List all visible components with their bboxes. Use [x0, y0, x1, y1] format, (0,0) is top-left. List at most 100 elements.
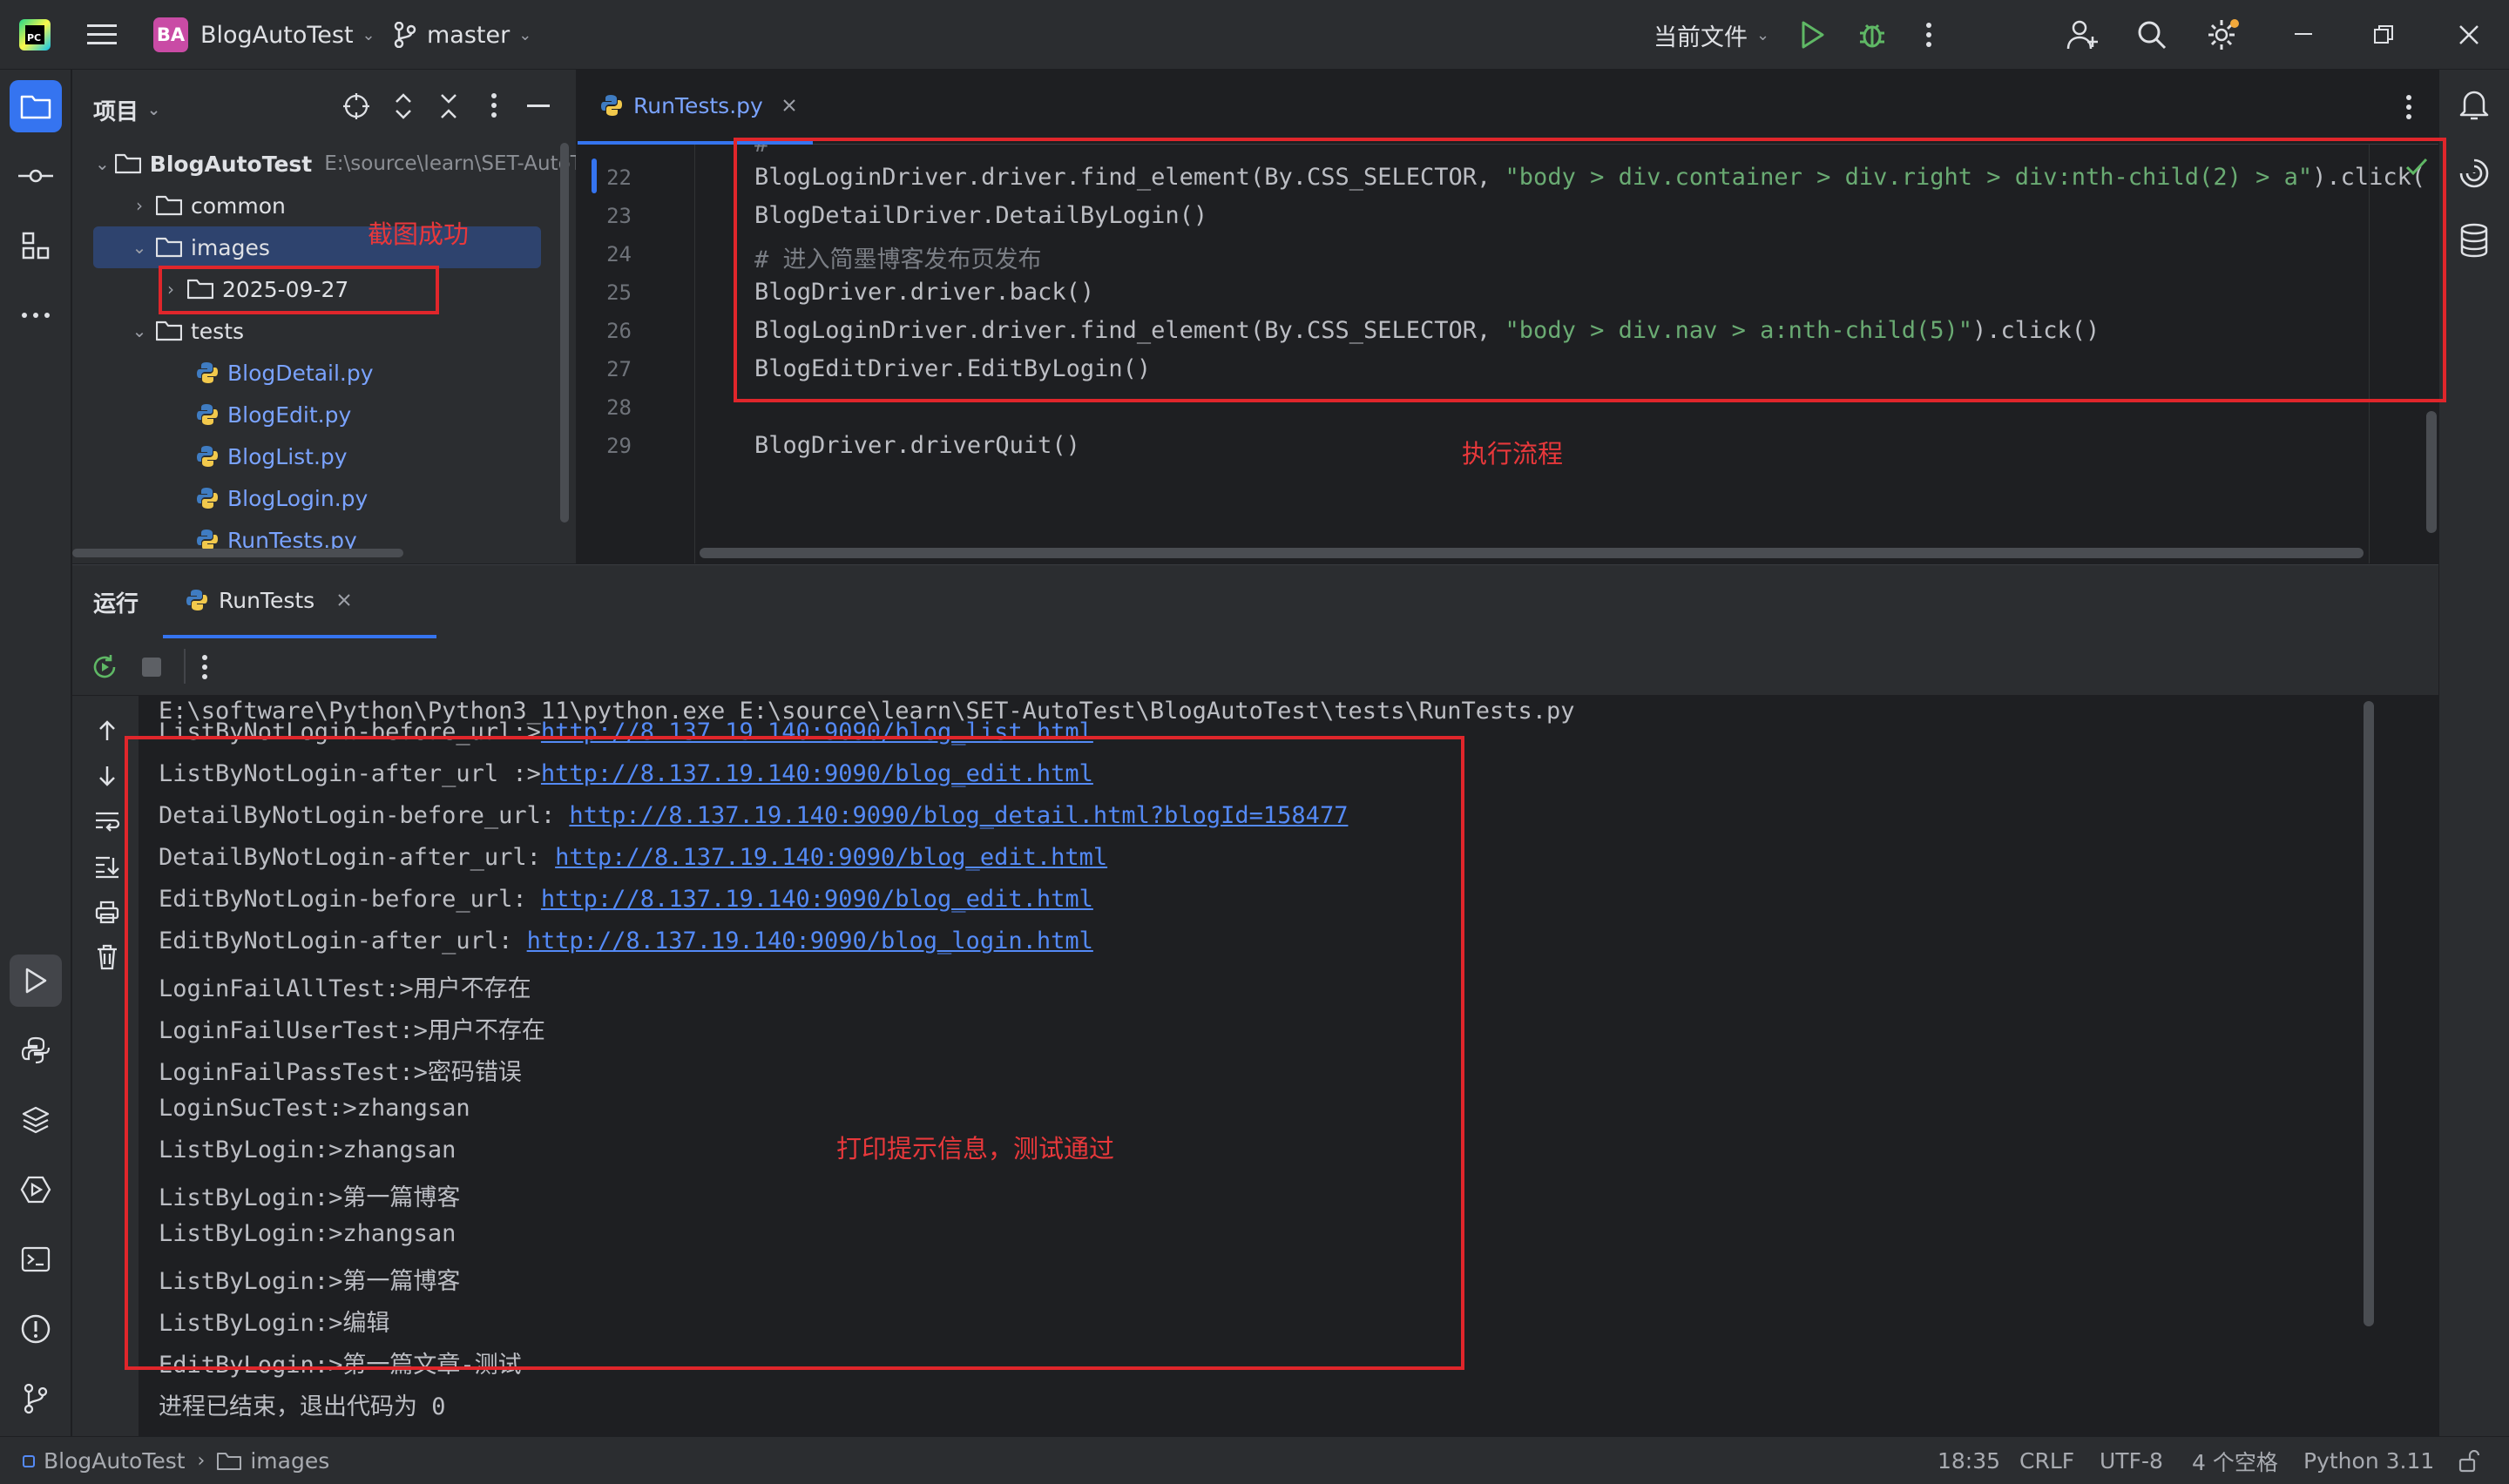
python-file-icon [600, 94, 623, 117]
database-icon[interactable] [2459, 223, 2489, 258]
more-vertical-icon[interactable] [2405, 94, 2412, 120]
chevron-right-icon: › [197, 1450, 206, 1472]
close-button[interactable] [2429, 0, 2509, 70]
branch-switcher[interactable]: master ⌄ [394, 0, 531, 70]
console-vertical-scrollbar[interactable] [2364, 701, 2374, 1326]
indent-setting[interactable]: 4 个空格 [2192, 1437, 2278, 1484]
breadcrumb-folder[interactable]: images [250, 1448, 329, 1474]
line-separator[interactable]: CRLF [2019, 1437, 2074, 1484]
problems-icon[interactable] [10, 1303, 62, 1355]
chevron-down-icon: ⌄ [132, 237, 147, 258]
tree-root-path: E:\source\learn\SET-AutoT [324, 152, 577, 175]
status-bar: BlogAutoTest › images 18:35 CRLF UTF-8 4… [0, 1436, 2509, 1484]
settings-gear-icon[interactable] [2206, 0, 2241, 70]
tree-folder-tests[interactable]: ⌄ tests [72, 310, 560, 352]
project-view-selector[interactable]: 项目 ⌄ [93, 94, 160, 126]
soft-wrap-icon[interactable] [90, 804, 125, 839]
project-tool-icon[interactable] [10, 80, 62, 132]
project-badge: BA [153, 17, 188, 52]
project-switcher[interactable]: BA BlogAutoTest ⌄ [153, 0, 375, 70]
close-tab-icon[interactable] [782, 98, 796, 112]
locate-file-icon[interactable] [342, 92, 370, 120]
tree-file-bloglist[interactable]: BlogList.py [72, 435, 560, 477]
line-number: 29 [606, 434, 632, 458]
run-icon[interactable] [1800, 0, 1826, 70]
run-panel-title: 运行 [93, 591, 139, 617]
python-file-icon [196, 403, 219, 426]
rerun-icon[interactable] [90, 652, 119, 682]
main-menu-icon[interactable] [87, 0, 117, 70]
tree-horizontal-scrollbar[interactable] [72, 549, 403, 557]
run-tab-label: RunTests [219, 587, 315, 613]
more-vertical-icon[interactable] [1925, 0, 1932, 70]
chevron-right-icon: › [136, 195, 143, 216]
python-interpreter[interactable]: Python 3.11 [2303, 1437, 2434, 1484]
editor-vertical-scrollbar[interactable] [2426, 411, 2437, 533]
line-number: 26 [606, 319, 632, 343]
project-name: BlogAutoTest [200, 21, 354, 49]
tree-folder-common[interactable]: › common [72, 185, 560, 226]
minimize-button[interactable] [2263, 0, 2343, 70]
folder-icon [217, 1452, 242, 1471]
hide-panel-icon[interactable] [527, 105, 550, 108]
tree-file-blogedit[interactable]: BlogEdit.py [72, 394, 560, 435]
more-vertical-icon[interactable] [201, 654, 208, 680]
run-config-selector[interactable]: 当前文件 ⌄ [1654, 0, 1769, 70]
tree-label: BlogLogin.py [227, 485, 369, 511]
run-tool-icon[interactable] [10, 954, 62, 1007]
stop-icon[interactable] [140, 656, 163, 678]
close-tab-icon[interactable] [337, 593, 351, 607]
python-console-icon[interactable] [10, 1024, 62, 1076]
tree-label: tests [191, 318, 245, 344]
chevron-down-icon: ⌄ [1756, 25, 1770, 44]
tree-folder-images[interactable]: ⌄ images [93, 226, 541, 268]
annotation-box-output [125, 736, 1464, 1370]
notifications-bell-icon[interactable] [2458, 87, 2491, 122]
tree-label: BlogDetail.py [227, 360, 374, 386]
editor-horizontal-scrollbar[interactable] [700, 548, 2364, 558]
annotation-box-flow [734, 138, 2446, 402]
services-icon[interactable] [10, 1164, 62, 1216]
collapse-all-icon[interactable] [438, 92, 459, 120]
commit-tool-icon[interactable] [10, 150, 62, 202]
scroll-down-icon[interactable] [90, 759, 125, 793]
print-icon[interactable] [90, 894, 125, 929]
git-icon[interactable] [10, 1373, 62, 1425]
tree-root-row[interactable]: ⌄ BlogAutoTest E:\source\learn\SET-AutoT [72, 143, 576, 185]
more-horizontal-icon[interactable] [10, 289, 62, 341]
run-panel-header: 运行 RunTests [72, 565, 2438, 638]
debug-icon[interactable] [1857, 0, 1887, 70]
unlock-icon[interactable] [2458, 1437, 2479, 1484]
python-file-icon [196, 361, 219, 384]
layers-packages-icon[interactable] [10, 1094, 62, 1146]
left-tool-strip [0, 70, 71, 1436]
chevron-down-icon: ⌄ [95, 153, 110, 174]
file-encoding[interactable]: UTF-8 [2100, 1437, 2163, 1484]
add-user-icon[interactable] [2066, 0, 2100, 70]
title-bar: PC BA BlogAutoTest ⌄ master ⌄ 当前文件 ⌄ [0, 0, 2509, 70]
chevron-down-icon: ⌄ [362, 25, 375, 44]
app-logo[interactable]: PC [19, 0, 51, 70]
structure-tool-icon[interactable] [10, 219, 62, 272]
restore-button[interactable] [2343, 0, 2424, 70]
chevron-down-icon: ⌄ [132, 320, 147, 341]
clear-trash-icon[interactable] [90, 940, 125, 975]
search-icon[interactable] [2136, 0, 2167, 70]
caret-position[interactable]: 18:35 [1938, 1437, 2000, 1484]
line-number: 27 [606, 357, 632, 381]
expand-all-icon[interactable] [393, 92, 414, 120]
breadcrumb-project[interactable]: BlogAutoTest [44, 1448, 186, 1474]
tree-vertical-scrollbar[interactable] [560, 143, 569, 523]
tree-file-blogdetail[interactable]: BlogDetail.py [72, 352, 560, 394]
more-vertical-icon[interactable] [490, 92, 497, 118]
scroll-up-icon[interactable] [90, 713, 125, 748]
tab-runtests[interactable]: RunTests.py [578, 70, 813, 145]
annotation-print-info: 打印提示信息，测试通过 [836, 1134, 1115, 1164]
tree-file-bloglogin[interactable]: BlogLogin.py [72, 477, 560, 519]
line-number: 28 [606, 395, 632, 420]
scroll-to-end-icon[interactable] [90, 849, 125, 884]
ai-assistant-icon[interactable] [2458, 157, 2491, 190]
run-tab-runtests[interactable]: RunTests [163, 565, 436, 638]
terminal-icon[interactable] [10, 1233, 62, 1285]
console-exit-message: 进程已结束，退出代码为 0 [159, 1393, 446, 1420]
